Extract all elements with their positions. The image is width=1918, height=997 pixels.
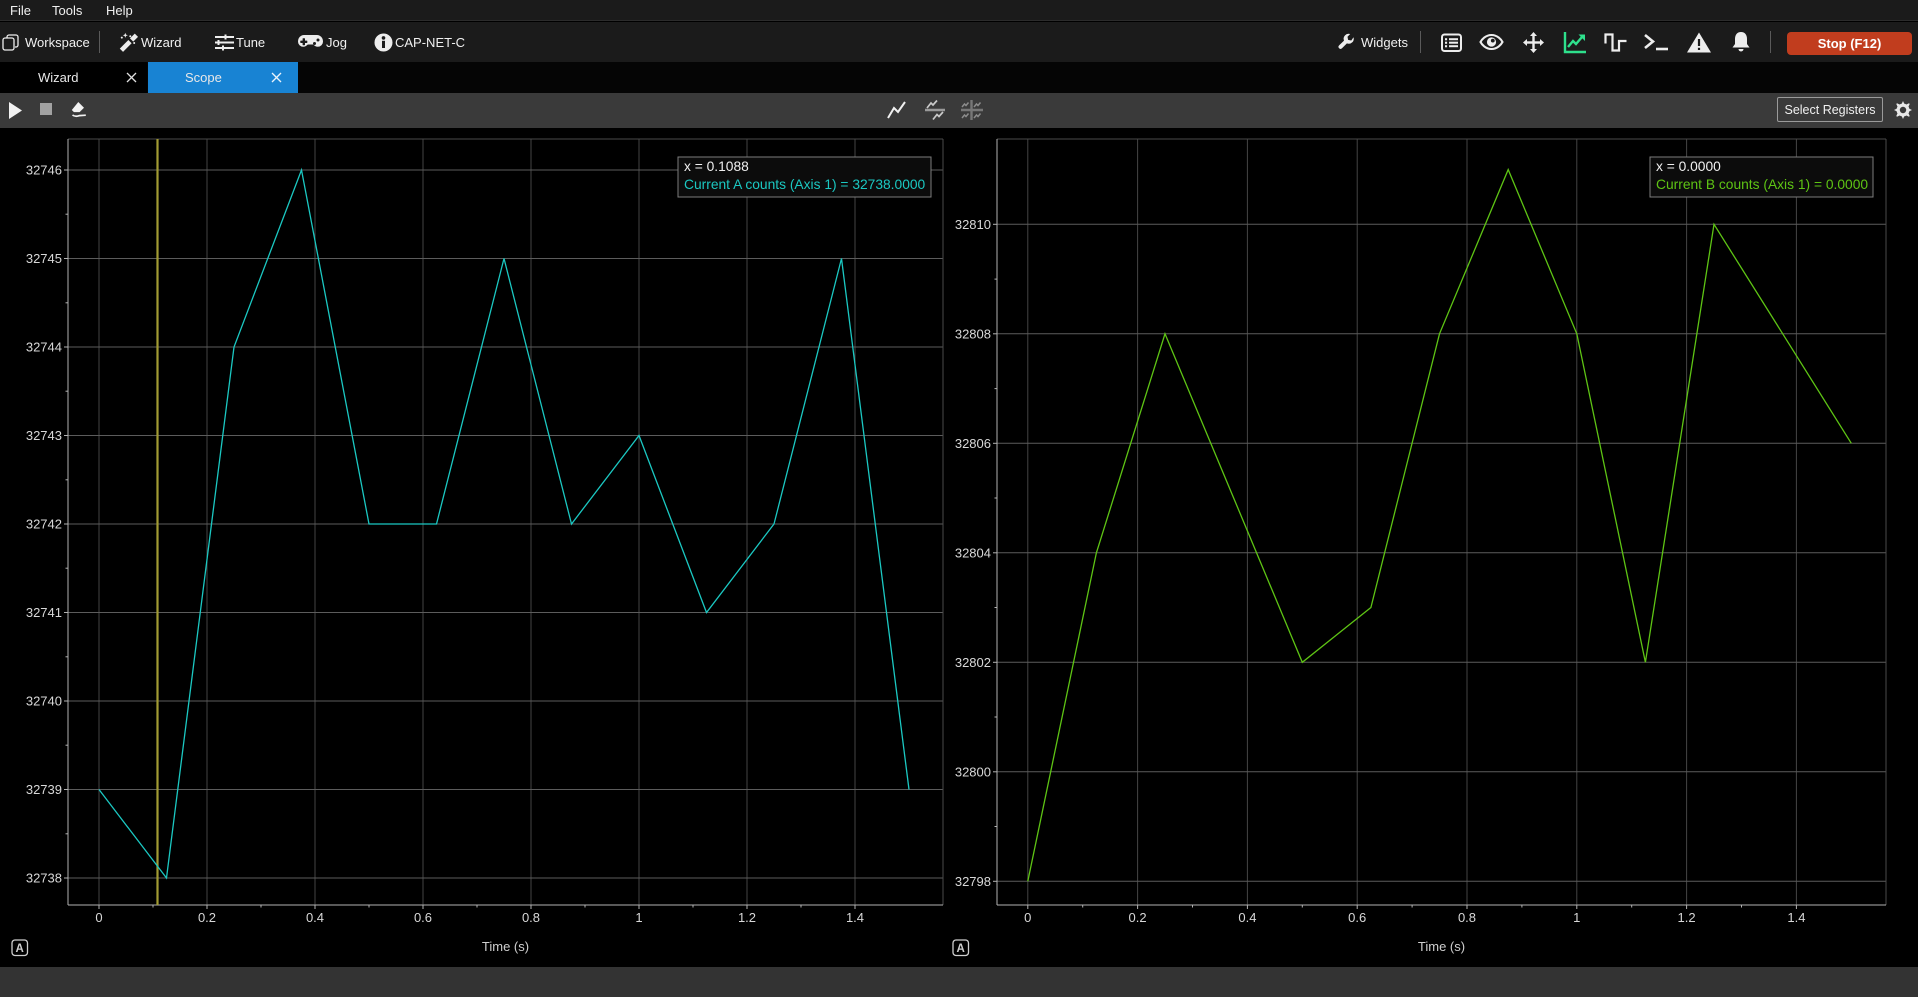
svg-text:0.2: 0.2 xyxy=(1129,910,1147,925)
svg-text:0: 0 xyxy=(1024,910,1031,925)
svg-text:32798: 32798 xyxy=(955,874,991,889)
svg-text:0.4: 0.4 xyxy=(306,910,324,925)
svg-text:32745: 32745 xyxy=(26,251,62,266)
svg-text:32739: 32739 xyxy=(26,782,62,797)
svg-text:Current A counts (Axis 1) = 32: Current A counts (Axis 1) = 32738.0000 xyxy=(684,177,926,192)
svg-text:32741: 32741 xyxy=(26,605,62,620)
svg-text:0.6: 0.6 xyxy=(414,910,432,925)
svg-text:32800: 32800 xyxy=(955,764,991,779)
svg-text:32744: 32744 xyxy=(26,340,62,355)
svg-text:1.2: 1.2 xyxy=(1678,910,1696,925)
svg-text:32738: 32738 xyxy=(26,871,62,886)
svg-text:32810: 32810 xyxy=(955,217,991,232)
svg-text:Time (s): Time (s) xyxy=(1418,939,1465,954)
svg-text:32806: 32806 xyxy=(955,436,991,451)
svg-text:x = 0.1088: x = 0.1088 xyxy=(684,159,749,174)
svg-text:1.2: 1.2 xyxy=(738,910,756,925)
svg-text:0.8: 0.8 xyxy=(522,910,540,925)
svg-text:Current B counts (Axis 1) = 0.: Current B counts (Axis 1) = 0.0000 xyxy=(1656,177,1868,192)
svg-text:1.4: 1.4 xyxy=(1787,910,1805,925)
svg-text:A: A xyxy=(957,943,965,955)
svg-text:32804: 32804 xyxy=(955,545,991,560)
svg-text:1.4: 1.4 xyxy=(846,910,864,925)
svg-text:32808: 32808 xyxy=(955,326,991,341)
svg-text:32740: 32740 xyxy=(26,694,62,709)
svg-text:Time (s): Time (s) xyxy=(482,939,529,954)
svg-text:32746: 32746 xyxy=(26,163,62,178)
svg-text:0: 0 xyxy=(95,910,102,925)
svg-text:1: 1 xyxy=(1573,910,1580,925)
svg-text:0.2: 0.2 xyxy=(198,910,216,925)
svg-text:0.8: 0.8 xyxy=(1458,910,1476,925)
svg-text:1: 1 xyxy=(635,910,642,925)
svg-text:x = 0.0000: x = 0.0000 xyxy=(1656,159,1721,174)
svg-text:32742: 32742 xyxy=(26,517,62,532)
svg-text:0.6: 0.6 xyxy=(1348,910,1366,925)
svg-text:0.4: 0.4 xyxy=(1238,910,1256,925)
svg-text:32743: 32743 xyxy=(26,428,62,443)
svg-text:32802: 32802 xyxy=(955,655,991,670)
svg-text:A: A xyxy=(16,943,24,955)
